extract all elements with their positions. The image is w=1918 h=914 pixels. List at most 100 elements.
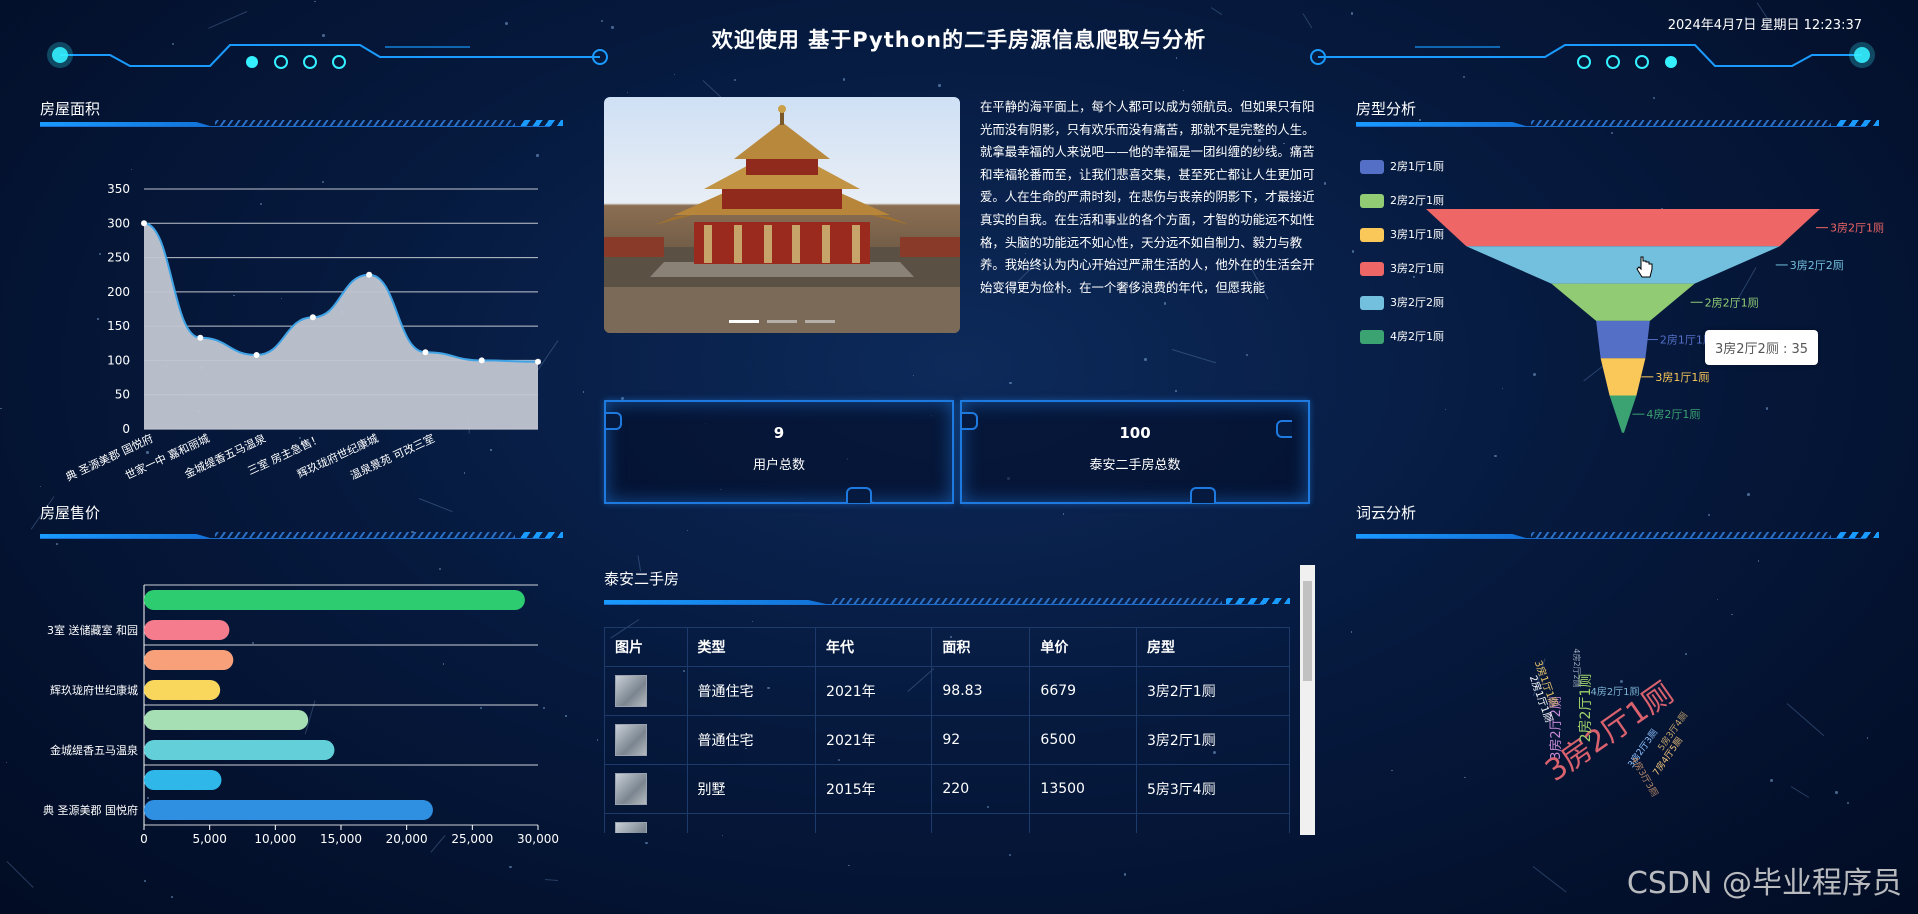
table-cell: 2015年 — [815, 764, 933, 814]
star-dot — [1747, 493, 1750, 496]
star-dot — [687, 530, 689, 532]
house-thumbnail[interactable] — [604, 666, 688, 716]
table-cell: 普通住宅 — [686, 666, 817, 716]
star-dot — [751, 620, 754, 623]
watermark-text: CSDN @毕业程序员 — [1626, 866, 1902, 901]
star-dot — [596, 739, 599, 742]
table-row[interactable]: 普通住宅 2021年 98.83 6679 3房2厅1厕 — [604, 666, 1290, 716]
word-cloud: 3房2厅1厕3房2厅2厕 2房2厅1厕4房2厅1厕3房1厅1厕2房1厅1厕4房2厅… — [1527, 648, 1690, 798]
legend-item[interactable]: 2房1厅1厕 — [1360, 158, 1444, 174]
star-dot — [509, 865, 512, 869]
table-cell: 2021年 — [815, 666, 933, 716]
data-point[interactable] — [478, 357, 485, 364]
legend-swatch — [1360, 296, 1384, 310]
constellation-line — [1790, 786, 1810, 799]
bar[interactable] — [144, 740, 335, 760]
bar[interactable] — [144, 680, 221, 700]
bar[interactable] — [144, 590, 525, 610]
carousel-image[interactable] — [604, 97, 960, 333]
star-dot — [583, 391, 585, 393]
bar[interactable] — [144, 710, 309, 730]
wordcloud-word: 4房3厅3厕 — [1628, 754, 1660, 798]
funnel-label: 4房2厅1厕 — [1646, 408, 1700, 421]
star-dot — [1123, 873, 1127, 876]
table-row[interactable]: 普通住宅 2021年 92 6500 3房2厅1厕 — [604, 715, 1290, 765]
table-cell: 别墅 — [686, 764, 817, 814]
chart-tooltip: 3房2厅2厕 : 35 — [1705, 330, 1818, 365]
table-cell: 98.83 — [931, 666, 1031, 716]
star-dot — [1245, 354, 1249, 357]
table-cell: 5房3厅4厕 — [1135, 764, 1290, 814]
table-row[interactable] — [604, 813, 1290, 833]
stat-notch — [846, 487, 872, 503]
star-dot — [170, 896, 173, 899]
star-dot — [1175, 390, 1177, 392]
funnel-layer[interactable] — [1609, 395, 1637, 433]
house-thumbnail[interactable] — [604, 715, 688, 765]
star-dot — [1770, 778, 1774, 782]
data-point[interactable] — [535, 358, 541, 365]
column-header: 单价 — [1029, 627, 1137, 667]
star-dot — [721, 834, 723, 837]
bar[interactable] — [144, 770, 222, 790]
legend-swatch — [1360, 262, 1384, 276]
bar[interactable] — [144, 620, 230, 640]
house-thumbnail[interactable] — [604, 764, 688, 814]
palace-illustration — [604, 105, 960, 333]
table-scrollbar[interactable] — [1300, 565, 1315, 835]
data-point[interactable] — [253, 351, 260, 358]
star-dot — [1323, 182, 1327, 185]
table-panel-title: 泰安二手房 — [604, 570, 680, 588]
data-point[interactable] — [141, 220, 147, 227]
funnel-layer[interactable] — [1551, 283, 1695, 321]
star-dot — [1391, 770, 1393, 772]
funnel-layer[interactable] — [1426, 209, 1820, 247]
y-tick-label: 50 — [115, 388, 130, 402]
stat-houses-label: 泰安二手房总数 — [1089, 458, 1181, 473]
constellation-line — [1532, 866, 1568, 894]
y-tick-label: 100 — [107, 353, 130, 367]
price-bar-chart: 3室 送储藏室 和园辉玖珑府世纪康城金城缇香五马温泉典 圣源美郡 国悦府 0 5,0… — [43, 584, 559, 845]
data-point[interactable] — [422, 349, 429, 356]
data-point[interactable] — [197, 334, 204, 341]
funnel-label: 2房2厅1厕 — [1705, 296, 1759, 309]
x-tick-label: 25,000 — [451, 832, 493, 845]
stat-houses-value: 100 — [1119, 424, 1151, 442]
house-thumbnail[interactable] — [604, 813, 688, 833]
data-point[interactable] — [366, 271, 373, 278]
funnel-layer[interactable] — [1466, 246, 1780, 284]
star-dot — [1144, 357, 1148, 361]
constellation-line — [6, 861, 34, 888]
scrollbar-thumb[interactable] — [1303, 581, 1312, 681]
legend-swatch — [1360, 228, 1384, 242]
column-header: 年代 — [815, 627, 933, 667]
table-cell: 92 — [931, 715, 1031, 765]
star-dot — [1008, 853, 1011, 856]
bar[interactable] — [144, 800, 433, 820]
stat-notch — [1276, 420, 1292, 438]
wordcloud-title-bar — [1356, 532, 1879, 539]
column-header: 面积 — [931, 627, 1031, 667]
bar[interactable] — [144, 650, 234, 670]
page-title: 欢迎使用 基于Python的二手房源信息爬取与分析 — [711, 28, 1207, 52]
star-dot — [1731, 613, 1734, 616]
y-tick-label: 金城缇香五马温泉 — [50, 743, 138, 757]
funnel-layer[interactable] — [1596, 320, 1650, 359]
type-title-bar — [1356, 120, 1879, 127]
table-row[interactable]: 别墅 2015年 220 13500 5房3厅4厕 — [604, 764, 1290, 814]
stat-houses-box: 100 泰安二手房总数 — [960, 400, 1310, 504]
column-header: 图片 — [604, 627, 688, 667]
star-dot — [1610, 131, 1614, 135]
y-tick-label: 200 — [107, 285, 130, 299]
star-dot — [848, 864, 850, 867]
y-tick-label: 3室 送储藏室 和园 — [47, 623, 138, 637]
star-dot — [439, 568, 442, 571]
funnel-label: 3房2厅1厕 — [1830, 222, 1884, 235]
legend-label: 2房1厅1厕 — [1390, 160, 1444, 173]
data-point[interactable] — [309, 314, 316, 321]
table-cell: 3房2厅1厕 — [1135, 715, 1290, 765]
stat-users-value: 9 — [773, 424, 785, 442]
funnel-layer[interactable] — [1600, 358, 1646, 396]
column-header: 类型 — [686, 627, 817, 667]
stat-notch — [962, 412, 978, 430]
